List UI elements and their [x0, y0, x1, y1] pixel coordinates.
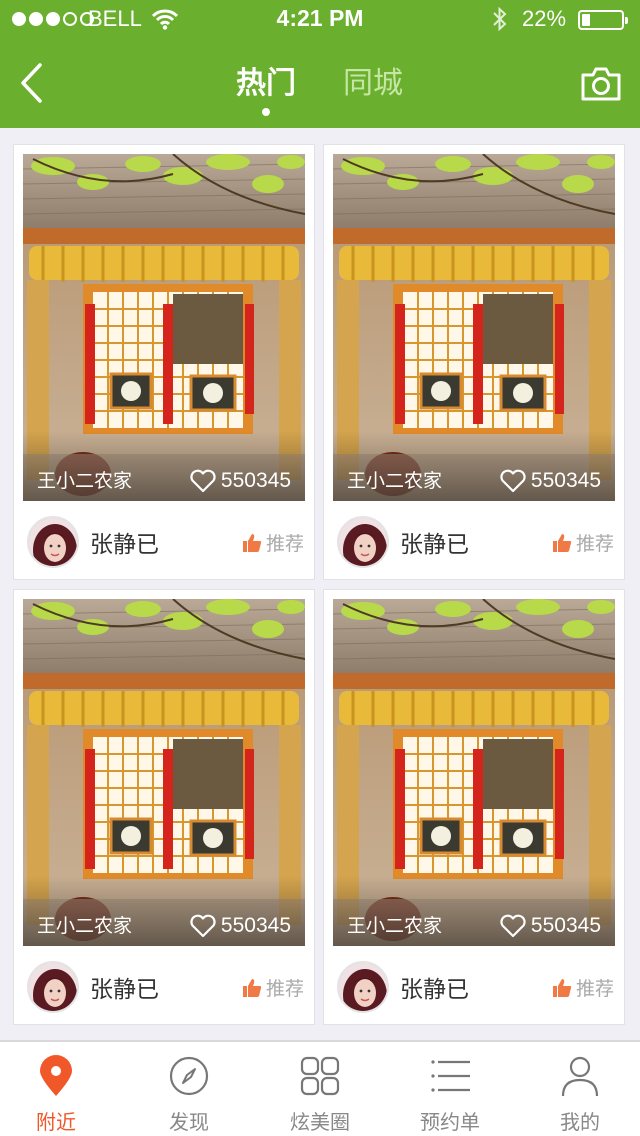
- post-photo[interactable]: 王小二农家 550345: [333, 599, 615, 946]
- user-icon: [561, 1056, 599, 1097]
- recommend-label: 推荐: [265, 978, 304, 1000]
- avatar[interactable]: [27, 516, 79, 568]
- active-tab-indicator: [262, 108, 270, 116]
- card-footer: 张静已 推荐: [14, 501, 314, 581]
- tabbar-label: 发现: [169, 1110, 209, 1134]
- like-count[interactable]: 550345: [499, 469, 601, 493]
- post-photo[interactable]: 王小二农家 550345: [333, 154, 615, 501]
- place-name: 王小二农家: [347, 470, 443, 492]
- card-footer: 张静已 推荐: [14, 946, 314, 1026]
- bottom-tab-bar: 附近 发现 炫美圈 预约单 我的: [0, 1040, 640, 1136]
- like-count[interactable]: 550345: [189, 914, 291, 938]
- thumbs-up-icon: [552, 533, 572, 552]
- status-bar: BELL 4:21 PM 22%: [0, 0, 640, 40]
- like-count-value: 550345: [530, 469, 601, 492]
- like-count-value: 550345: [220, 469, 291, 492]
- username[interactable]: 张静已: [90, 970, 159, 1004]
- tabbar-item-profile[interactable]: 我的: [516, 1042, 640, 1136]
- recommend-button[interactable]: 推荐: [242, 529, 304, 556]
- tabbar-label: 炫美圈: [290, 1110, 350, 1134]
- heart-icon: [500, 914, 526, 938]
- avatar[interactable]: [337, 516, 389, 568]
- card-footer: 张静已 推荐: [324, 946, 624, 1026]
- card-footer: 张静已 推荐: [324, 501, 624, 581]
- thumbs-up-icon: [552, 978, 572, 997]
- thumbs-up-icon: [242, 978, 262, 997]
- tabbar-label: 我的: [560, 1110, 600, 1134]
- like-count-value: 550345: [530, 914, 601, 937]
- tabbar-item-discover[interactable]: 发现: [125, 1042, 253, 1136]
- camera-icon[interactable]: [580, 64, 622, 102]
- post-card[interactable]: 王小二农家 550345 张静已 推荐: [323, 589, 625, 1025]
- tab-hot[interactable]: 热门: [236, 58, 296, 102]
- tabbar-item-orders[interactable]: 预约单: [386, 1042, 514, 1136]
- username[interactable]: 张静已: [400, 525, 469, 559]
- post-card[interactable]: 王小二农家 550345 张静已 推荐: [13, 589, 315, 1025]
- username[interactable]: 张静已: [400, 970, 469, 1004]
- avatar[interactable]: [27, 961, 79, 1013]
- top-header: BELL 4:21 PM 22% 热门 同城: [0, 0, 640, 128]
- battery-percent: 22%: [522, 6, 567, 31]
- like-count[interactable]: 550345: [499, 914, 601, 938]
- grid-icon: [300, 1056, 340, 1096]
- username[interactable]: 张静已: [90, 525, 159, 559]
- tabbar-label: 附近: [36, 1110, 76, 1134]
- battery-icon: [578, 10, 628, 30]
- like-count[interactable]: 550345: [189, 469, 291, 493]
- avatar[interactable]: [337, 961, 389, 1013]
- bluetooth-icon: [493, 6, 507, 32]
- recommend-label: 推荐: [265, 533, 304, 555]
- location-pin-icon: [40, 1055, 72, 1096]
- tabbar-label: 预约单: [420, 1110, 480, 1134]
- recommend-button[interactable]: 推荐: [552, 974, 614, 1001]
- post-card[interactable]: 王小二农家 550345 张静已 推荐: [13, 144, 315, 580]
- tabbar-item-nearby[interactable]: 附近: [0, 1042, 120, 1136]
- heart-icon: [190, 469, 216, 493]
- recommend-button[interactable]: 推荐: [552, 529, 614, 556]
- heart-icon: [500, 469, 526, 493]
- place-name: 王小二农家: [37, 470, 133, 492]
- place-name: 王小二农家: [347, 915, 443, 937]
- recommend-button[interactable]: 推荐: [242, 974, 304, 1001]
- tabbar-item-circle[interactable]: 炫美圈: [256, 1042, 384, 1136]
- battery-level-fill: [582, 14, 590, 26]
- recommend-label: 推荐: [575, 533, 614, 555]
- post-card[interactable]: 王小二农家 550345 张静已 推荐: [323, 144, 625, 580]
- chevron-left-icon[interactable]: [18, 62, 44, 104]
- tab-same-city[interactable]: 同城: [343, 58, 403, 102]
- recommend-label: 推荐: [575, 978, 614, 1000]
- post-photo[interactable]: 王小二农家 550345: [23, 599, 305, 946]
- compass-icon: [169, 1056, 209, 1096]
- place-name: 王小二农家: [37, 915, 133, 937]
- list-icon: [431, 1060, 470, 1092]
- post-photo[interactable]: 王小二农家 550345: [23, 154, 305, 501]
- like-count-value: 550345: [220, 914, 291, 937]
- heart-icon: [190, 914, 216, 938]
- thumbs-up-icon: [242, 533, 262, 552]
